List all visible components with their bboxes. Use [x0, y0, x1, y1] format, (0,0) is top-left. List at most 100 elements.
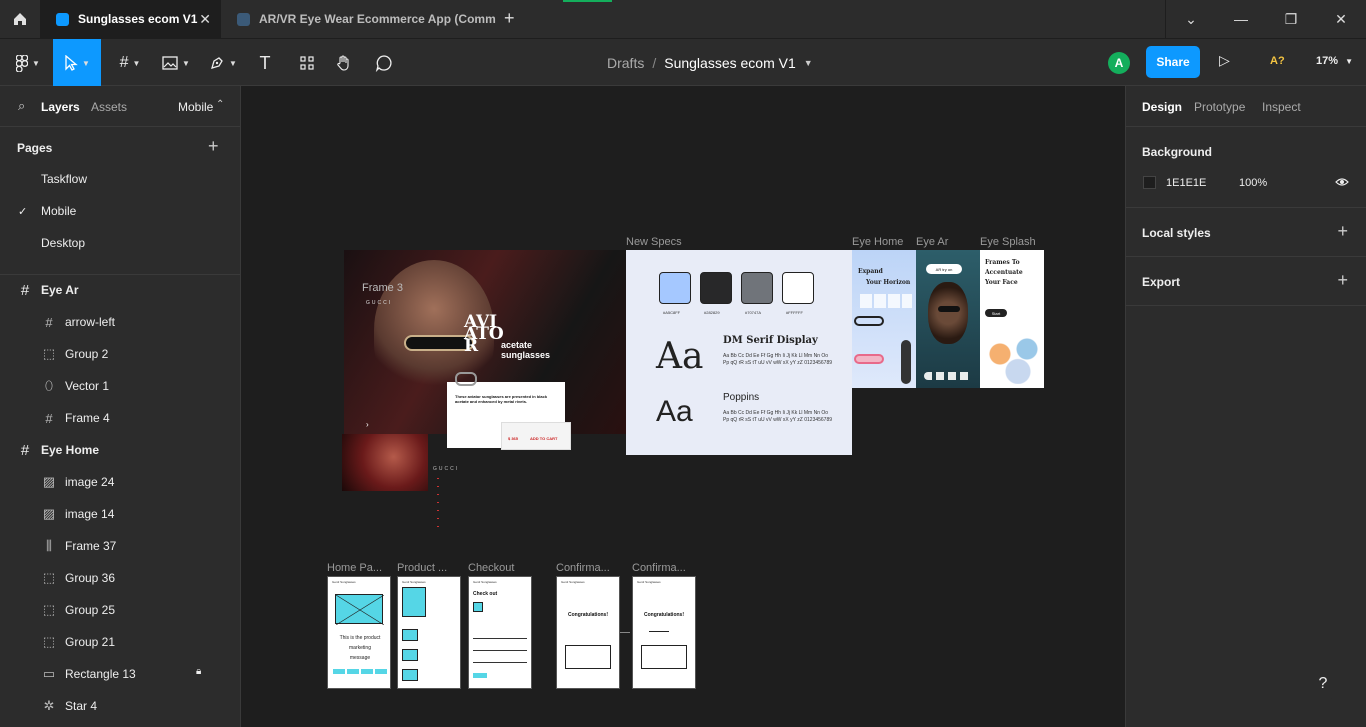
frame-title[interactable]: Checkout [468, 562, 514, 574]
layer-item[interactable]: ▨ image 24 [0, 466, 240, 498]
product-wireframe[interactable]: Gen2 Sunglasses [397, 576, 461, 689]
background-opacity-input[interactable]: 100% [1239, 177, 1267, 189]
pen-tool[interactable]: ▼ [203, 39, 243, 87]
frame-title[interactable]: Eye Home [852, 236, 903, 248]
add-export-icon[interactable]: + [1337, 270, 1348, 291]
frame-title[interactable]: Confirma... [556, 562, 610, 574]
tab-design[interactable]: Design [1142, 100, 1182, 114]
tab-assets[interactable]: Assets [91, 100, 127, 114]
layer-item[interactable]: ⬚ Group 36 [0, 562, 240, 594]
zoom-dropdown[interactable]: 17% ▼ [1316, 55, 1353, 67]
frame-title[interactable]: Product ... [397, 562, 447, 574]
tab-arvr-eyewear[interactable]: AR/VR Eye Wear Ecommerce App (Comm [221, 0, 497, 38]
frame-tool[interactable]: # ▼ [110, 39, 150, 87]
search-icon[interactable]: ⌕ [18, 98, 25, 114]
eye-icon[interactable] [1335, 177, 1349, 187]
home-page-wireframe[interactable]: Gen2 Sunglasses This is the product mark… [327, 576, 391, 689]
background-hex-input[interactable]: 1E1E1E [1166, 177, 1206, 189]
confirmation-wireframe-2[interactable]: Gen2 Sunglasses Congratulations! [632, 576, 696, 689]
hero-title: AVI ATO R [464, 314, 504, 355]
page-item-mobile[interactable]: ✓ Mobile [0, 195, 240, 227]
eye-splash-frame[interactable]: Frames To Accentuate Your Face Start [980, 250, 1044, 388]
tab-bar: Sunglasses ecom V1 ✕ AR/VR Eye Wear Ecom… [0, 0, 1366, 38]
add-page-icon[interactable]: + [208, 136, 219, 157]
text-tool[interactable]: T [252, 39, 278, 87]
sunglasses-image [854, 354, 884, 364]
eye-home-frame[interactable]: Expand Your Horizon [852, 250, 916, 388]
hand-tool[interactable] [331, 39, 357, 87]
group-icon: ⬚ [42, 570, 56, 585]
price: $ 365 [508, 436, 519, 441]
move-tool[interactable]: ▼ [53, 39, 101, 87]
layer-item[interactable]: ⫼ Frame 37 [0, 530, 240, 562]
tab-inspect[interactable]: Inspect [1262, 100, 1301, 114]
canvas[interactable]: Frame 3 GUCCI AVI ATO R acetate sunglass… [241, 86, 1125, 727]
tab-prototype[interactable]: Prototype [1194, 100, 1245, 114]
add-style-icon[interactable]: + [1337, 221, 1348, 242]
page-selector[interactable]: Mobile [178, 100, 213, 114]
file-name[interactable]: Sunglasses ecom V1 [664, 55, 796, 71]
main-menu-button[interactable]: ▼ [6, 39, 50, 87]
placeholder-cross [335, 594, 385, 626]
close-tab-icon[interactable]: ✕ [199, 11, 211, 28]
layer-item[interactable]: ▨ image 14 [0, 498, 240, 530]
resources-tool[interactable] [294, 39, 320, 87]
comment-tool[interactable] [371, 39, 397, 87]
marketing-line: marketing [349, 645, 371, 651]
frame-title[interactable]: Eye Splash [980, 236, 1036, 248]
font-glyphs: Aa Bb Cc Dd Ee Ff Gg Hh Ii Jj Kk Ll Mm N… [723, 353, 833, 366]
layer-item[interactable]: # Frame 4 [0, 402, 240, 434]
layer-item[interactable]: # Eye Home [0, 434, 240, 466]
layer-item[interactable]: ⬚ Group 2 [0, 338, 240, 370]
help-button[interactable]: ? [1306, 667, 1340, 701]
play-icon[interactable]: ▷ [1219, 52, 1230, 69]
chevron-down-icon: ▼ [182, 58, 190, 68]
eye-ar-frame[interactable]: AR try on [916, 250, 980, 388]
layer-item[interactable]: # Eye Ar [0, 274, 240, 306]
tab-sunglasses-ecom[interactable]: Sunglasses ecom V1 ✕ [40, 0, 221, 38]
lock-icon[interactable]: 🔒︎ [196, 666, 201, 677]
home-button[interactable] [0, 0, 40, 38]
image-placeholder [402, 669, 418, 681]
checkout-wireframe[interactable]: Gen2 Sunglasses Check out [468, 576, 532, 689]
page-item-taskflow[interactable]: Taskflow [0, 163, 240, 195]
layer-item[interactable]: # arrow-left [0, 306, 240, 338]
layer-label: image 14 [65, 507, 115, 521]
frame-title[interactable]: Eye Ar [916, 236, 948, 248]
chevron-down-icon[interactable]: ▼ [804, 58, 813, 68]
minimize-button[interactable]: — [1216, 0, 1266, 38]
avatar[interactable]: A [1108, 52, 1130, 74]
model-thumbnail [342, 434, 428, 491]
splash-heading: Frames To Accentuate Your Face [985, 259, 1023, 286]
close-window-button[interactable]: ✕ [1316, 0, 1366, 38]
frame-title[interactable]: Confirma... [632, 562, 686, 574]
new-tab-icon[interactable]: + [504, 8, 515, 29]
start-button: Start [985, 309, 1007, 317]
share-button[interactable]: Share [1146, 46, 1200, 78]
rectangle-icon: ▭ [42, 666, 56, 681]
divider [1126, 126, 1366, 127]
chevron-down-icon[interactable]: ⌄ [1166, 0, 1216, 38]
maximize-button[interactable]: ❐ [1266, 0, 1316, 38]
background-swatch[interactable] [1143, 176, 1156, 189]
new-specs-frame[interactable]: #A5C8FF #282829 #70747A #FFFFFF Aa DM Serif… [626, 250, 852, 455]
group-icon: ⬚ [42, 346, 56, 361]
layer-item[interactable]: ⬚ Group 21 [0, 626, 240, 658]
layer-item[interactable]: ✲ Star 4 [0, 690, 240, 722]
image-tool[interactable]: ▼ [156, 39, 196, 87]
breadcrumb-drafts[interactable]: Drafts [607, 55, 644, 71]
page-item-desktop[interactable]: Desktop [0, 227, 240, 259]
tab-layers[interactable]: Layers [41, 100, 80, 114]
color-swatch [741, 272, 773, 304]
layer-item[interactable]: ⬚ Group 25 [0, 594, 240, 626]
layer-item[interactable]: ▭ Rectangle 13 🔒︎ [0, 658, 240, 690]
accessibility-badge[interactable]: A? [1270, 55, 1285, 67]
status-indicator [563, 0, 612, 2]
frame-title[interactable]: Home Pa... [327, 562, 382, 574]
chevron-up-icon[interactable]: ⌃ [216, 99, 224, 110]
confirmation-wireframe-1[interactable]: Gen2 Sunglasses Congratulations! [556, 576, 620, 689]
image-placeholder [402, 649, 418, 661]
frame-3-hero[interactable]: Frame 3 GUCCI AVI ATO R acetate sunglass… [344, 250, 626, 450]
frame-title[interactable]: New Specs [626, 236, 682, 248]
layer-item[interactable]: ⬯ Vector 1 [0, 370, 240, 402]
